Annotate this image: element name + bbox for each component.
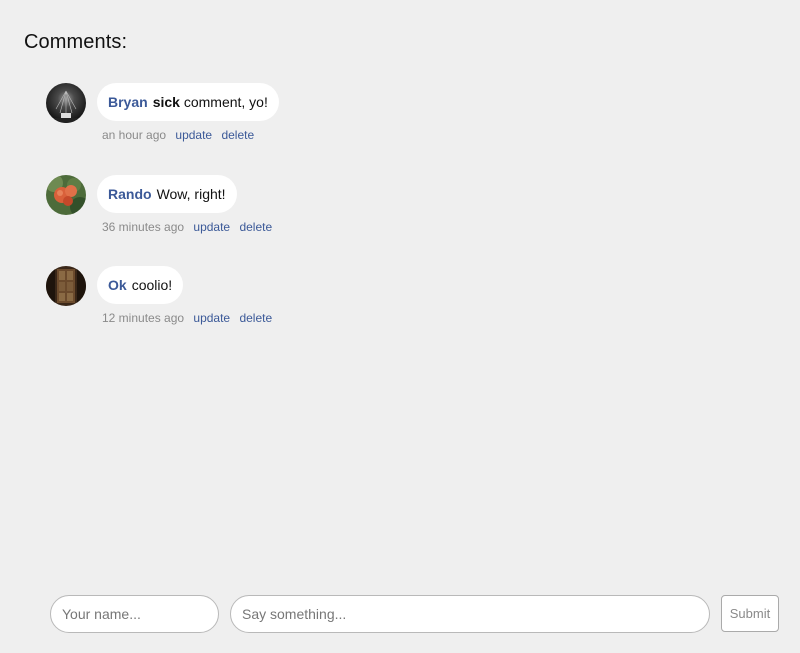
comment-timestamp: an hour ago <box>102 128 167 142</box>
name-input[interactable] <box>50 595 219 633</box>
submit-button[interactable]: Submit <box>721 595 779 632</box>
avatar-photo-wooden-door-icon <box>46 266 86 306</box>
comment-meta: an hour ago update delete <box>102 128 254 142</box>
comment-text: comment, yo! <box>183 94 268 110</box>
comment-text: coolio! <box>131 277 173 293</box>
comment-bubble: Bryan sick comment, yo! <box>97 83 279 121</box>
comment-timestamp: 12 minutes ago <box>102 311 185 325</box>
avatar <box>46 266 86 306</box>
page-title: Comments: <box>24 31 128 53</box>
comment-timestamp: 36 minutes ago <box>102 220 185 234</box>
comment-text: Wow, right! <box>156 186 226 202</box>
comments-page: Comments: Bryan sick comment, yo! an hou… <box>0 0 800 653</box>
update-link[interactable]: update <box>193 220 230 234</box>
comment-bubble: Ok coolio! <box>97 266 184 304</box>
delete-link[interactable]: delete <box>239 220 272 234</box>
update-link[interactable]: update <box>193 311 230 325</box>
comment-author-link[interactable]: Bryan <box>108 94 148 110</box>
avatar <box>46 83 86 123</box>
comment-text-bold: sick <box>152 94 180 110</box>
avatar-photo-orange-fruit-icon <box>46 175 86 215</box>
avatar <box>46 175 86 215</box>
comment-meta: 12 minutes ago update delete <box>102 311 272 325</box>
avatar-photo-dark-tunnel-icon <box>46 83 86 123</box>
comment-bubble: Rando Wow, right! <box>97 175 237 213</box>
comment-author-link[interactable]: Rando <box>108 186 152 202</box>
update-link[interactable]: update <box>175 128 212 142</box>
comment-author-link[interactable]: Ok <box>108 277 127 293</box>
delete-link[interactable]: delete <box>239 311 272 325</box>
comment-meta: 36 minutes ago update delete <box>102 220 272 234</box>
message-input[interactable] <box>230 595 710 633</box>
delete-link[interactable]: delete <box>221 128 254 142</box>
